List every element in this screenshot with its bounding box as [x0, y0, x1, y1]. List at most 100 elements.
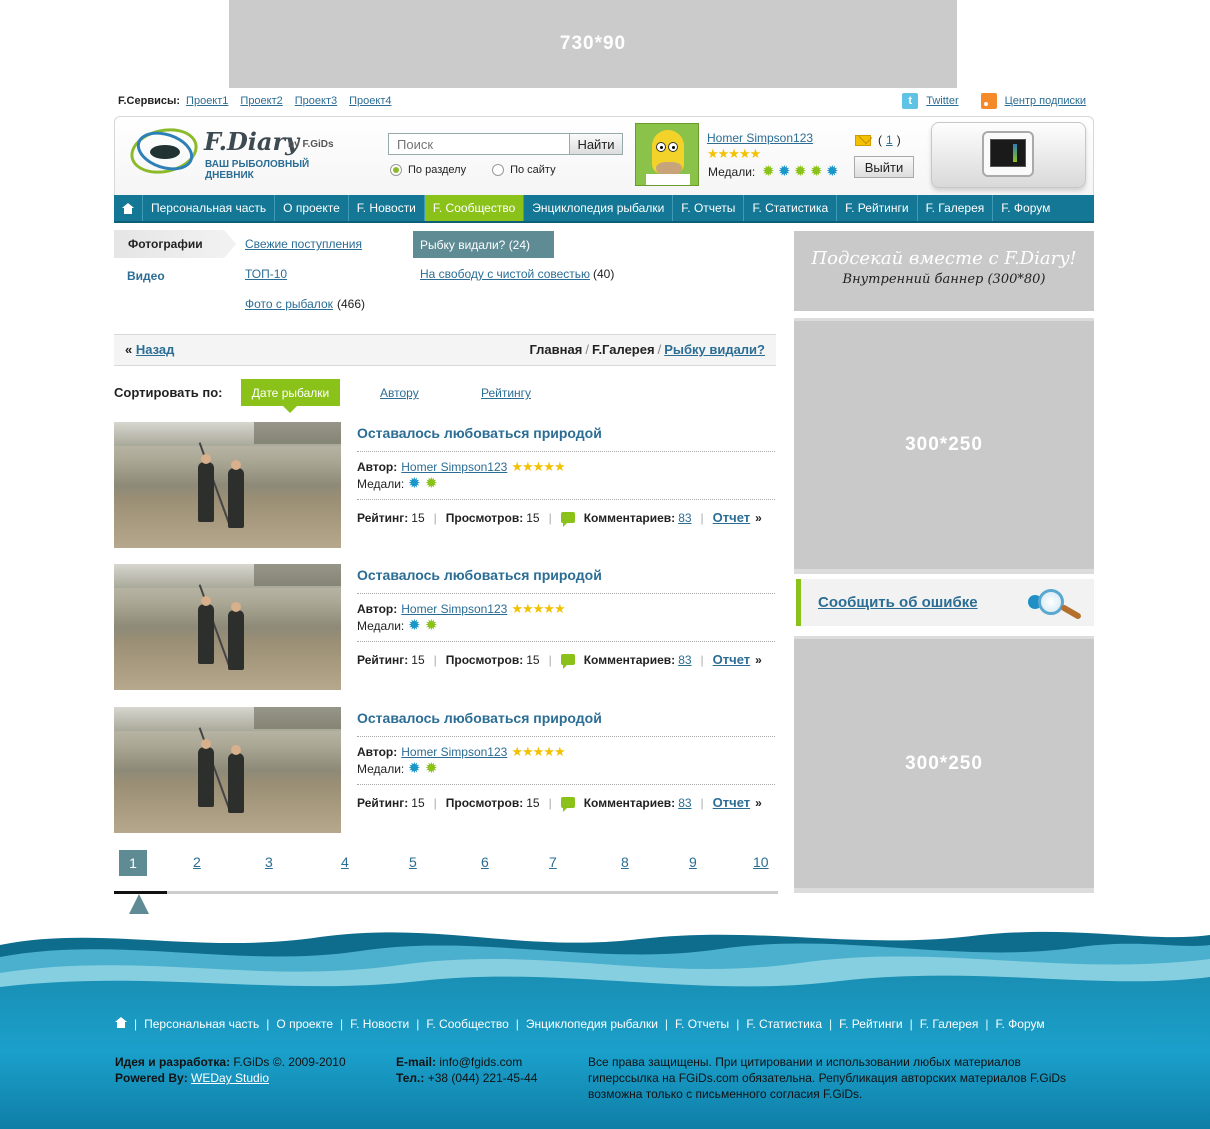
report-link[interactable]: Отчет: [713, 795, 750, 810]
item-title[interactable]: Оставалось любоваться природой: [357, 425, 602, 441]
phone-value: +38 (044) 221-45-44: [427, 1071, 538, 1085]
nav-statistics[interactable]: F. Статистика: [743, 195, 836, 221]
back-nav: « Назад: [125, 342, 174, 357]
footer-nav-forum[interactable]: F. Форум: [996, 1017, 1045, 1031]
sub-link-top10[interactable]: ТОП-10: [245, 267, 287, 281]
side-banner-inner[interactable]: Подсекай вместе с F.Diary! Внутренний ба…: [794, 231, 1094, 311]
service-link-4[interactable]: Проект4: [349, 95, 391, 107]
crumb-gallery[interactable]: F.Галерея: [592, 342, 655, 357]
mail-icon[interactable]: [855, 134, 871, 146]
service-link-2[interactable]: Проект2: [240, 95, 282, 107]
nav-about[interactable]: О проекте: [274, 195, 348, 221]
nav-ratings[interactable]: F. Рейтинги: [836, 195, 916, 221]
page-10[interactable]: 10: [753, 854, 769, 870]
error-report-link[interactable]: Сообщить об ошибке: [818, 594, 978, 611]
report-link[interactable]: Отчет: [713, 510, 750, 525]
author-link[interactable]: Homer Simpson123: [401, 460, 507, 474]
nav-personal[interactable]: Персональная часть: [142, 195, 274, 221]
radio-section[interactable]: [390, 164, 402, 176]
sub-link-active[interactable]: Рыбку видали? (24): [413, 231, 554, 258]
footer-nav-encyclopedia[interactable]: Энциклопедия рыбалки: [526, 1017, 658, 1031]
footer-nav-ratings[interactable]: F. Рейтинги: [839, 1017, 902, 1031]
comments-link[interactable]: 83: [678, 653, 691, 667]
user-name-link[interactable]: Homer Simpson123: [707, 131, 813, 145]
page-4[interactable]: 4: [341, 854, 349, 870]
subscribe-link[interactable]: Центр подписки: [1005, 95, 1086, 107]
twitter-link[interactable]: Twitter: [926, 95, 958, 107]
breadcrumb: « Назад Главная / F.Галерея / Рыбку видали?: [114, 334, 776, 366]
mail-counter[interactable]: ( 1 ): [855, 133, 901, 147]
item-stats: Рейтинг: 15 | Просмотров: 15 | Комментарие…: [357, 795, 762, 812]
page-7[interactable]: 7: [549, 854, 557, 870]
side-banner-300x250-1[interactable]: 300*250: [794, 318, 1094, 574]
nav-home[interactable]: [114, 195, 142, 221]
author-link[interactable]: Homer Simpson123: [401, 602, 507, 616]
nav-forum[interactable]: F. Форум: [992, 195, 1058, 221]
item-author: Автор: Homer Simpson123 ★★★★★: [357, 744, 566, 760]
nav-reports[interactable]: F. Отчеты: [672, 195, 743, 221]
top-banner[interactable]: 730*90: [229, 0, 957, 88]
item-photo[interactable]: [114, 707, 341, 833]
footer-nav-news[interactable]: F. Новости: [350, 1017, 409, 1031]
search-button[interactable]: Найти: [569, 133, 623, 155]
report-link[interactable]: Отчет: [713, 652, 750, 667]
sub-link-fresh[interactable]: Свежие поступления: [245, 237, 362, 251]
nav-gallery[interactable]: F. Галерея: [916, 195, 993, 221]
sub-link-fishing-photos[interactable]: Фото с рыбалок: [245, 297, 333, 311]
mail-count[interactable]: 1: [886, 133, 893, 147]
search-scope: По разделу По сайту: [390, 164, 556, 176]
crumb-current[interactable]: Рыбку видали?: [664, 342, 765, 357]
sub-link-freedom[interactable]: На свободу с чистой совестью: [420, 267, 590, 281]
page-5[interactable]: 5: [409, 854, 417, 870]
sort-by-rating[interactable]: Рейтингу: [481, 386, 531, 400]
radio-site[interactable]: [492, 164, 505, 176]
fishing-photos-count: (466): [337, 297, 366, 311]
footer-nav-reports[interactable]: F. Отчеты: [675, 1017, 729, 1031]
page-3[interactable]: 3: [265, 854, 273, 870]
footer-nav-statistics[interactable]: F. Статистика: [746, 1017, 822, 1031]
pager-track[interactable]: [114, 891, 778, 894]
report-arrow: »: [755, 795, 762, 810]
footer-home[interactable]: [115, 1017, 127, 1031]
sort-by-author[interactable]: Автору: [380, 386, 419, 400]
footer-nav-about[interactable]: О проекте: [276, 1017, 333, 1031]
powered-link[interactable]: WEDay Studio: [191, 1071, 269, 1085]
logout-button[interactable]: Выйти: [854, 156, 914, 178]
error-report-box[interactable]: Сообщить об ошибке: [796, 579, 1094, 626]
author-link[interactable]: Homer Simpson123: [401, 745, 507, 759]
twitter-icon[interactable]: t: [902, 93, 919, 109]
footer-nav-gallery[interactable]: F. Галерея: [920, 1017, 979, 1031]
sort-by-date[interactable]: Дате рыбалки: [241, 379, 340, 413]
avatar[interactable]: [635, 123, 699, 186]
tab-video[interactable]: Видео: [127, 269, 165, 283]
page-2[interactable]: 2: [193, 854, 201, 870]
rss-icon[interactable]: [980, 93, 997, 109]
nav-community[interactable]: F. Сообщество: [423, 195, 524, 221]
nav-encyclopedia[interactable]: Энциклопедия рыбалки: [523, 195, 672, 221]
comments-link[interactable]: 83: [678, 511, 691, 525]
email-value[interactable]: info@fgids.com: [439, 1055, 522, 1069]
back-link[interactable]: Назад: [136, 342, 175, 357]
search-input[interactable]: [388, 133, 570, 155]
site-logo[interactable]: F.Diary by F.GiDs ВАШ РЫБОЛОВНЫЙ ДНЕВНИК: [126, 122, 360, 183]
page-1[interactable]: 1: [119, 850, 147, 876]
service-link-1[interactable]: Проект1: [186, 95, 228, 107]
page-9[interactable]: 9: [689, 854, 697, 870]
page-6[interactable]: 6: [481, 854, 489, 870]
comments-link[interactable]: 83: [678, 796, 691, 810]
device-promo[interactable]: [931, 122, 1086, 188]
avatar-eye-right: [668, 142, 678, 152]
tab-photos[interactable]: Фотографии: [114, 230, 236, 258]
footer-nav-community[interactable]: F. Сообщество: [426, 1017, 508, 1031]
item-photo[interactable]: [114, 564, 341, 690]
views-label: Просмотров:: [445, 652, 524, 667]
footer-nav-personal[interactable]: Персональная часть: [144, 1017, 259, 1031]
nav-news[interactable]: F. Новости: [347, 195, 424, 221]
page-8[interactable]: 8: [621, 854, 629, 870]
item-photo[interactable]: [114, 422, 341, 548]
side-banner-300x250-2[interactable]: 300*250: [794, 636, 1094, 893]
item-title[interactable]: Оставалось любоваться природой: [357, 710, 602, 726]
crumb-home[interactable]: Главная: [529, 342, 582, 357]
service-link-3[interactable]: Проект3: [295, 95, 337, 107]
item-title[interactable]: Оставалось любоваться природой: [357, 567, 602, 583]
